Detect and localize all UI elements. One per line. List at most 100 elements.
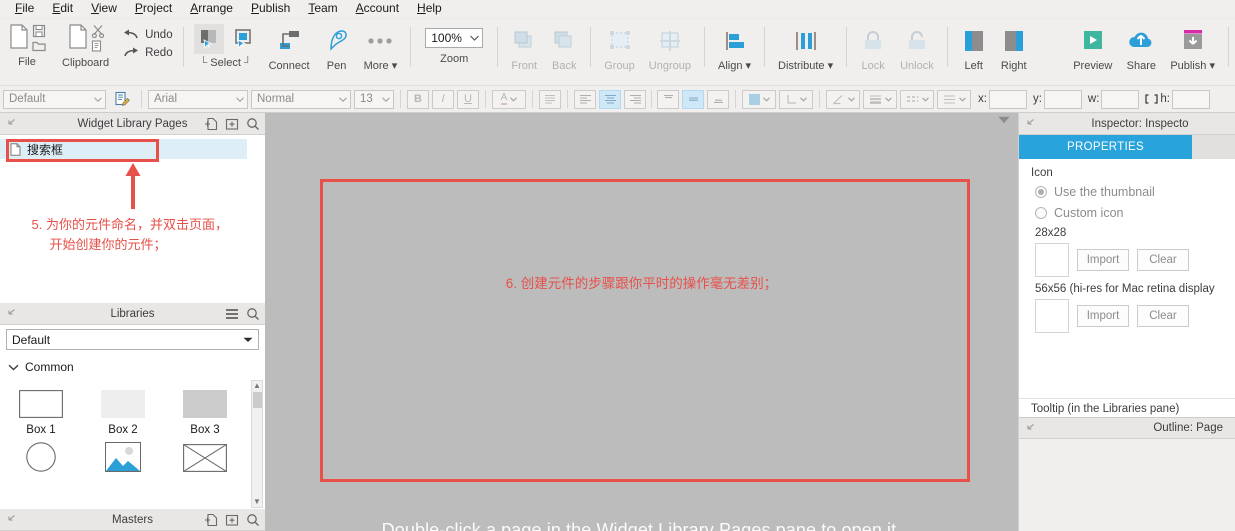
font-weight-select[interactable]: Normal [251,89,351,109]
lock-button[interactable]: Lock [853,19,893,72]
tab-properties[interactable]: PROPERTIES [1019,135,1192,159]
align-left-button[interactable] [574,89,596,109]
italic-button[interactable]: I [432,89,454,109]
widget-item-placeholder[interactable] [164,436,246,478]
line-color-button[interactable] [826,89,860,109]
widget-item-box2[interactable]: Box 2 [82,382,164,436]
copy-icon[interactable] [91,40,105,53]
import-56-button[interactable]: Import [1077,305,1129,327]
line-width-button[interactable] [863,89,897,109]
align-button[interactable]: Align ▾ [711,19,758,72]
lock-ratio-icon[interactable] [1145,94,1159,104]
library-select[interactable]: Default [6,329,259,350]
menu-item-arrange[interactable]: Arrange [181,0,242,18]
menu-item-team[interactable]: Team [299,0,346,18]
line-style-button[interactable] [900,89,934,109]
file-toolgroup[interactable]: File [0,19,54,68]
outline-body[interactable] [1019,439,1235,525]
send-back-button[interactable]: Back [544,19,584,72]
arrow-style-button[interactable] [937,89,971,109]
clear-28-button[interactable]: Clear [1137,249,1189,271]
open-folder-icon[interactable] [32,40,46,52]
share-button[interactable]: Share [1119,19,1163,72]
search-icon[interactable] [246,307,260,321]
menu-item-help[interactable]: Help [408,0,451,18]
import-28-button[interactable]: Import [1077,249,1129,271]
menu-item-edit[interactable]: Edit [43,0,82,18]
align-top-button[interactable] [657,89,679,109]
cut-icon[interactable] [91,24,105,38]
unlock-button[interactable]: Unlock [893,19,941,72]
distribute-button[interactable]: Distribute ▾ [771,19,840,72]
scroll-down-icon[interactable]: ▼ [253,497,261,507]
menu-item-publish[interactable]: Publish [242,0,299,18]
collapse-panel-icon[interactable] [6,307,17,318]
align-right-button[interactable] [624,89,646,109]
font-size-select[interactable]: 13 [354,89,394,109]
add-folder-icon[interactable] [225,117,239,131]
collapse-panel-icon[interactable] [1025,117,1036,128]
h-input[interactable] [1172,89,1210,109]
add-page-icon[interactable] [204,117,218,131]
menu-item-project[interactable]: Project [126,0,181,18]
x-input[interactable] [988,89,1027,109]
group-button[interactable]: Group [597,19,642,72]
y-input[interactable] [1043,89,1082,109]
font-family-select[interactable]: Arial [148,89,248,109]
select-region-button[interactable] [228,24,258,54]
icon-56-preview[interactable] [1035,299,1069,333]
align-middle-button[interactable] [682,89,704,109]
canvas-options-chevron-icon[interactable] [998,116,1010,124]
collapse-panel-icon[interactable] [6,117,17,128]
pen-button[interactable]: Pen [317,19,357,72]
widget-item-box1[interactable]: Box 1 [0,382,82,436]
dock-left-button[interactable]: Left [954,19,994,72]
scrollbar-thumb[interactable] [253,392,262,408]
menu-item-account[interactable]: Account [347,0,408,18]
widget-item-box3[interactable]: Box 3 [164,382,246,436]
save-icon[interactable] [32,24,46,38]
radio-use-thumbnail[interactable]: Use the thumbnail [1031,185,1235,199]
font-color-button[interactable]: A [492,89,526,109]
preview-button[interactable]: Preview [1066,19,1119,72]
align-bottom-button[interactable] [707,89,729,109]
collapse-panel-icon[interactable] [1025,422,1036,433]
clear-56-button[interactable]: Clear [1137,305,1189,327]
libraries-menu-icon[interactable] [225,308,239,320]
add-master-icon[interactable] [204,513,218,527]
widget-item-image[interactable] [82,436,164,478]
page-list-item[interactable]: 搜索框 [0,139,247,159]
bring-front-button[interactable]: Front [504,19,544,72]
paste-icon[interactable] [67,24,89,50]
style-edit-icon[interactable] [109,91,135,107]
add-master-folder-icon[interactable] [225,513,239,527]
undo-button[interactable]: Undo [123,29,173,41]
bold-button[interactable]: B [407,89,429,109]
fill-color-button[interactable] [742,89,776,109]
collapse-panel-icon[interactable] [6,513,17,524]
redo-button[interactable]: Redo [123,47,173,59]
radio-custom-icon[interactable]: Custom icon [1031,206,1235,220]
connect-button[interactable]: Connect [262,19,317,72]
search-icon[interactable] [246,117,260,131]
menu-item-file[interactable]: File [6,0,43,18]
scroll-up-icon[interactable]: ▲ [253,381,261,391]
shadow-button[interactable] [779,89,813,109]
canvas-area[interactable]: 6. 创建元件的步骤跟你平时的操作毫无差别； Double-click a pa… [265,113,1018,531]
align-center-button[interactable] [599,89,621,109]
w-input[interactable] [1101,89,1140,109]
widget-item-ellipse[interactable] [0,436,82,478]
ungroup-button[interactable]: Ungroup [642,19,698,72]
search-icon[interactable] [246,513,260,527]
zoom-combobox[interactable]: 100% [425,28,484,48]
clipboard-toolgroup[interactable]: Clipboard [54,19,117,69]
more-button[interactable]: More ▾ [357,19,405,72]
new-file-icon[interactable] [8,24,30,50]
publish-button[interactable]: Publish ▾ [1163,19,1222,72]
style-select[interactable]: Default [3,89,106,109]
library-section-common[interactable]: Common [0,354,265,376]
menu-item-view[interactable]: View [82,0,126,18]
select-mode-button[interactable] [193,24,224,54]
dock-right-button[interactable]: Right [994,19,1034,72]
text-format-button[interactable] [539,89,561,109]
